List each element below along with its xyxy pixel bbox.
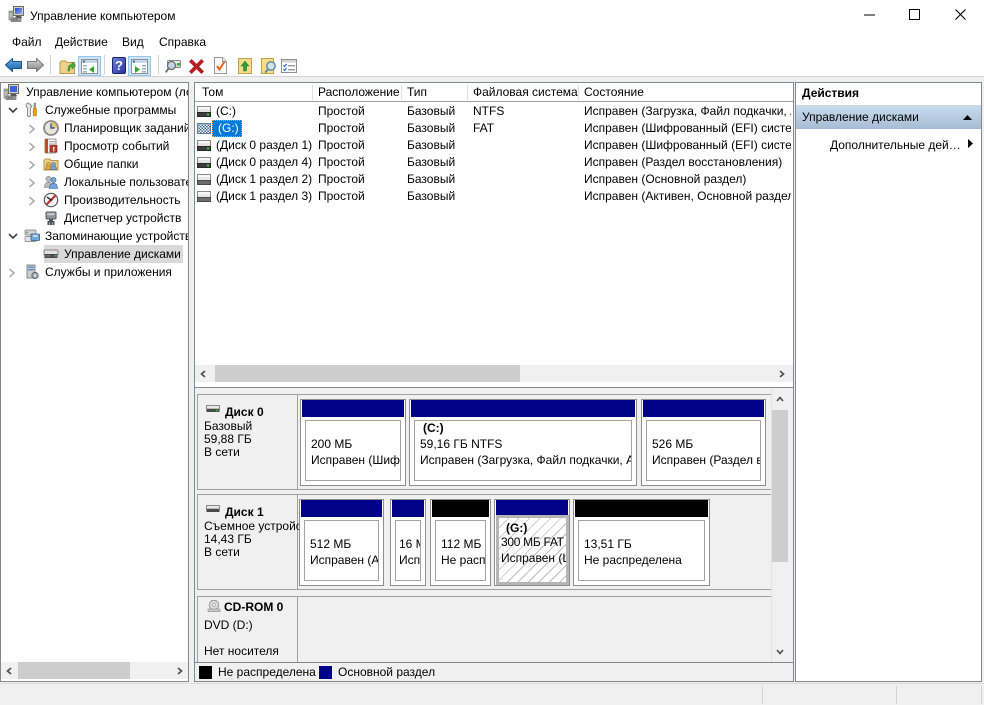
svg-text:?: ? <box>115 58 123 73</box>
